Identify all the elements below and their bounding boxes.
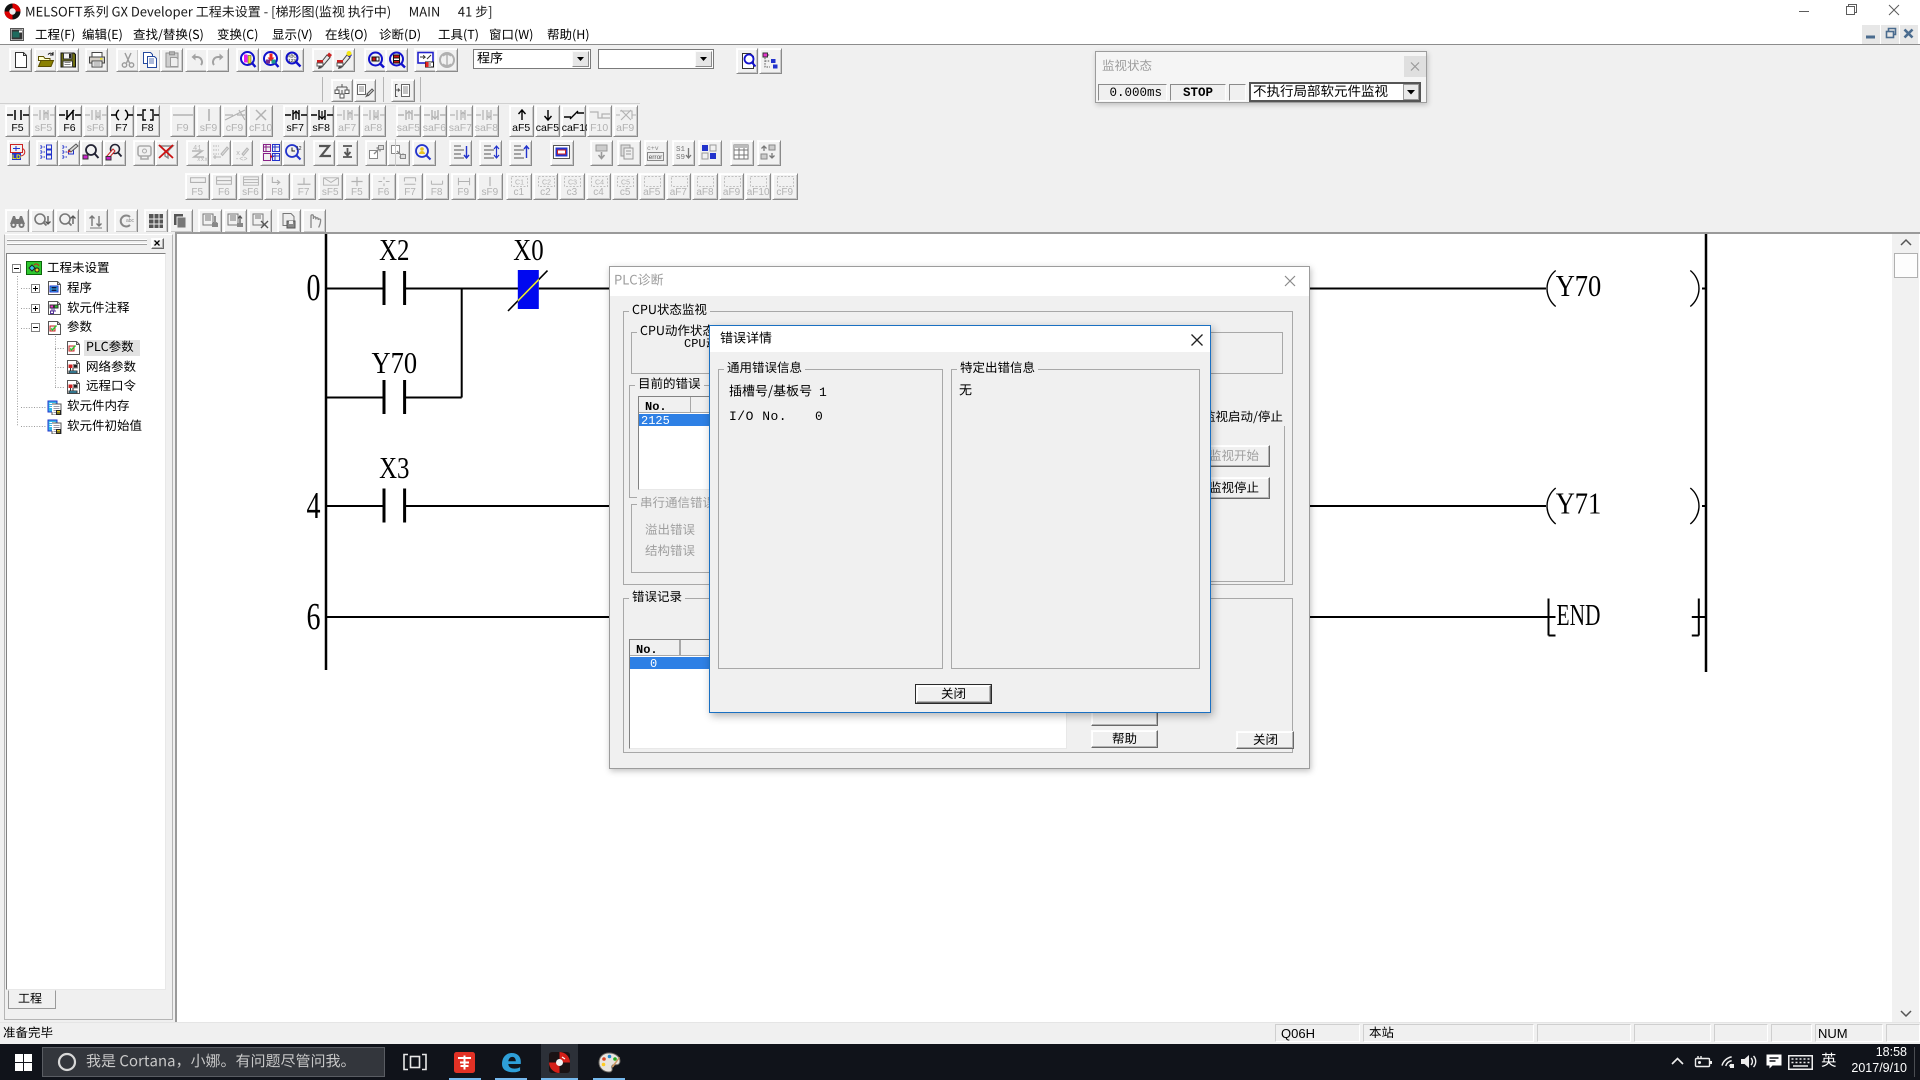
svg-text:C5: C5: [621, 180, 630, 187]
svg-text:X0: X0: [513, 234, 543, 267]
svg-text:6: 6: [307, 596, 321, 638]
svg-text:C2: C2: [542, 180, 551, 187]
svg-text:-<>: -<>: [235, 156, 248, 163]
svg-text:X2: X2: [379, 234, 409, 267]
svg-text:12: 12: [296, 146, 302, 152]
svg-text:Y70: Y70: [1556, 268, 1602, 303]
svg-text:S1: S1: [676, 146, 686, 154]
svg-text:Y71: Y71: [1556, 486, 1602, 521]
svg-text:END: END: [1557, 597, 1601, 632]
svg-text:error: error: [649, 154, 664, 161]
svg-text:LD: LD: [12, 154, 21, 161]
svg-text:4: 4: [307, 485, 321, 527]
svg-text:C3: C3: [568, 180, 577, 187]
svg-text:123: 123: [288, 58, 296, 63]
svg-text:Y70: Y70: [372, 345, 418, 380]
svg-text:C4: C4: [595, 180, 604, 187]
svg-text:C1: C1: [515, 180, 524, 187]
svg-text:X3: X3: [379, 450, 409, 485]
svg-text:abc: abc: [126, 218, 135, 224]
svg-text:xxxx: xxxx: [197, 156, 208, 163]
svg-text:0: 0: [307, 267, 321, 309]
svg-text:S9: S9: [676, 154, 685, 162]
svg-text:c+v: c+v: [647, 145, 659, 152]
